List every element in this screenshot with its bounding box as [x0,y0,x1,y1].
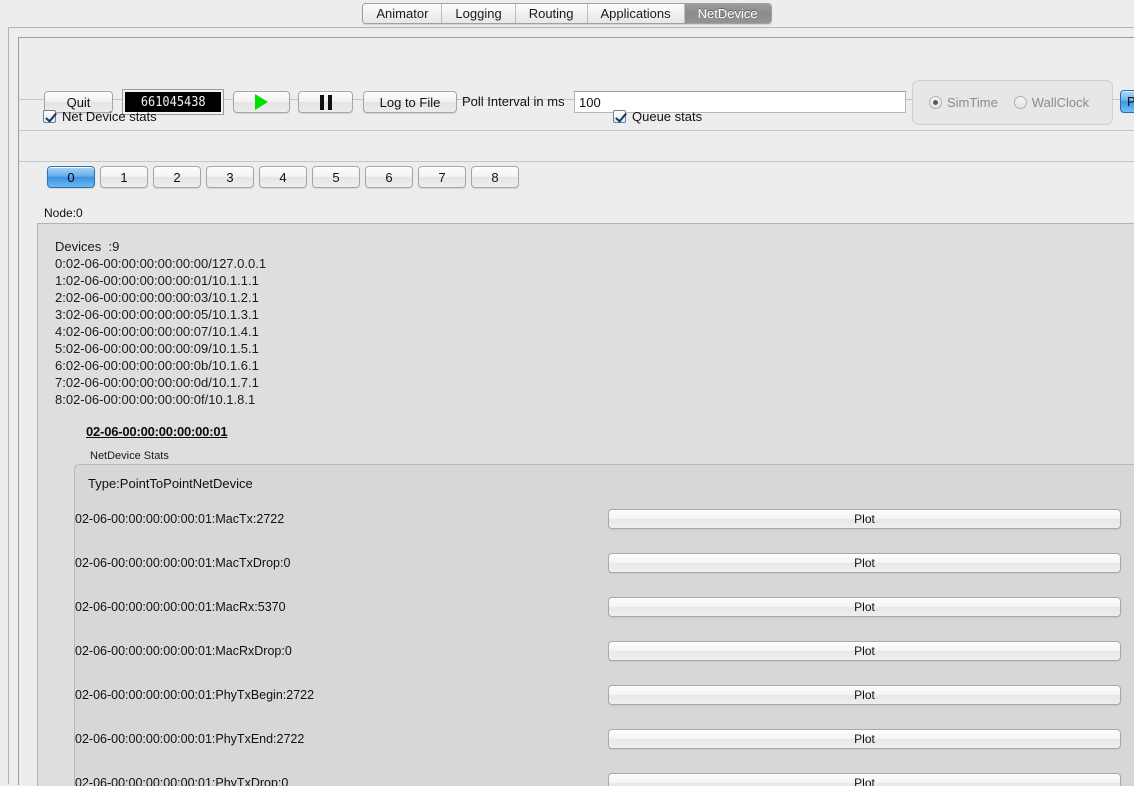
stat-row: 02-06-00:00:00:00:00:01:MacRx:5370 Plot [75,597,1128,619]
radio-simtime[interactable]: SimTime [929,95,998,110]
tab-logging[interactable]: Logging [442,4,516,23]
plot-button[interactable]: Plot [608,641,1121,661]
stat-row: 02-06-00:00:00:00:00:01:MacTxDrop:0 Plot [75,553,1128,575]
tab-animator[interactable]: Animator [363,4,443,23]
play-triangle-icon [255,94,268,110]
checkbox-net-device-stats[interactable]: Net Device stats [43,109,157,124]
netdevice-panel: Quit 661045438 Log to File Poll Interval… [18,37,1134,786]
stat-label: 02-06-00:00:00:00:00:01:PhyTxEnd:2722 [75,732,305,746]
node-button-8[interactable]: 8 [471,166,519,188]
node-button-row [19,131,1134,162]
node-button-6[interactable]: 6 [365,166,413,188]
play-button[interactable] [233,91,290,113]
node-button-4[interactable]: 4 [259,166,307,188]
tab-applications[interactable]: Applications [587,4,685,23]
node-button-3[interactable]: 3 [206,166,254,188]
log-to-file-button[interactable]: Log to File [363,91,457,113]
stat-row: 02-06-00:00:00:00:00:01:PhyTxDrop:0 Plot [75,773,1128,786]
tab-strip: Animator Logging Routing Applications Ne… [362,3,772,24]
plot-button[interactable]: Plot [608,597,1121,617]
checkmark-icon [613,110,626,123]
stat-label: 02-06-00:00:00:00:00:01:MacRx:5370 [75,600,286,614]
stat-label: 02-06-00:00:00:00:00:01:MacTxDrop:0 [75,556,291,570]
node-button-1[interactable]: 1 [100,166,148,188]
stat-row: 02-06-00:00:00:00:00:01:PhyTxBegin:2722 … [75,685,1128,707]
device-type-line: Type:PointToPointNetDevice [88,476,253,491]
lcd-value: 661045438 [140,94,206,110]
netdevice-content-area: Devices :9 0:02-06-00:00:00:00:00:00/127… [37,223,1134,786]
radio-wallclock[interactable]: WallClock [1013,95,1090,110]
poll-interval-label: Poll Interval in ms [462,94,565,109]
poll-button[interactable]: Poll [1120,90,1134,113]
selected-device-mac-heading: 02-06-00:00:00:00:00:01 [86,424,228,439]
main-window: Quit 661045438 Log to File Poll Interval… [8,27,1134,786]
checkbox-net-device-stats-label: Net Device stats [62,109,157,124]
clock-mode-group: SimTime WallClock [912,80,1113,125]
pause-bars-icon [319,94,332,110]
node-label: Node:0 [44,206,83,220]
stat-label: 02-06-00:00:00:00:00:01:PhyTxDrop:0 [75,776,289,786]
tab-routing[interactable]: Routing [515,4,588,23]
radio-dot-icon [1013,96,1027,109]
plot-button[interactable]: Plot [608,509,1121,529]
checkbox-queue-stats-label: Queue stats [632,109,703,124]
pause-button[interactable] [298,91,353,113]
stat-row: 02-06-00:00:00:00:00:01:MacTx:2722 Plot [75,509,1128,531]
plot-button[interactable]: Plot [608,685,1121,705]
stat-row: 02-06-00:00:00:00:00:01:PhyTxEnd:2722 Pl… [75,729,1128,751]
checkbox-queue-stats[interactable]: Queue stats [613,109,702,124]
node-button-2[interactable]: 2 [153,166,201,188]
stat-label: 02-06-00:00:00:00:00:01:MacRxDrop:0 [75,644,292,658]
node-button-0[interactable]: 0 [47,166,95,188]
radio-simtime-label: SimTime [947,95,998,110]
tab-bar: Animator Logging Routing Applications Ne… [0,0,1134,26]
tab-netdevice[interactable]: NetDevice [684,4,771,23]
plot-button[interactable]: Plot [608,729,1121,749]
node-button-7[interactable]: 7 [418,166,466,188]
netdevice-stats-group-title: NetDevice Stats [90,450,169,462]
stat-row: 02-06-00:00:00:00:00:01:MacRxDrop:0 Plot [75,641,1128,663]
radio-wallclock-label: WallClock [1031,95,1090,110]
plot-button[interactable]: Plot [608,773,1121,786]
device-list: Devices :9 0:02-06-00:00:00:00:00:00/127… [55,239,267,407]
radio-dot-icon [929,96,942,109]
stat-label: 02-06-00:00:00:00:00:01:MacTx:2722 [75,512,285,526]
checkmark-icon [43,110,56,123]
stat-label: 02-06-00:00:00:00:00:01:PhyTxBegin:2722 [75,688,315,702]
plot-button[interactable]: Plot [608,553,1121,573]
node-button-5[interactable]: 5 [312,166,360,188]
